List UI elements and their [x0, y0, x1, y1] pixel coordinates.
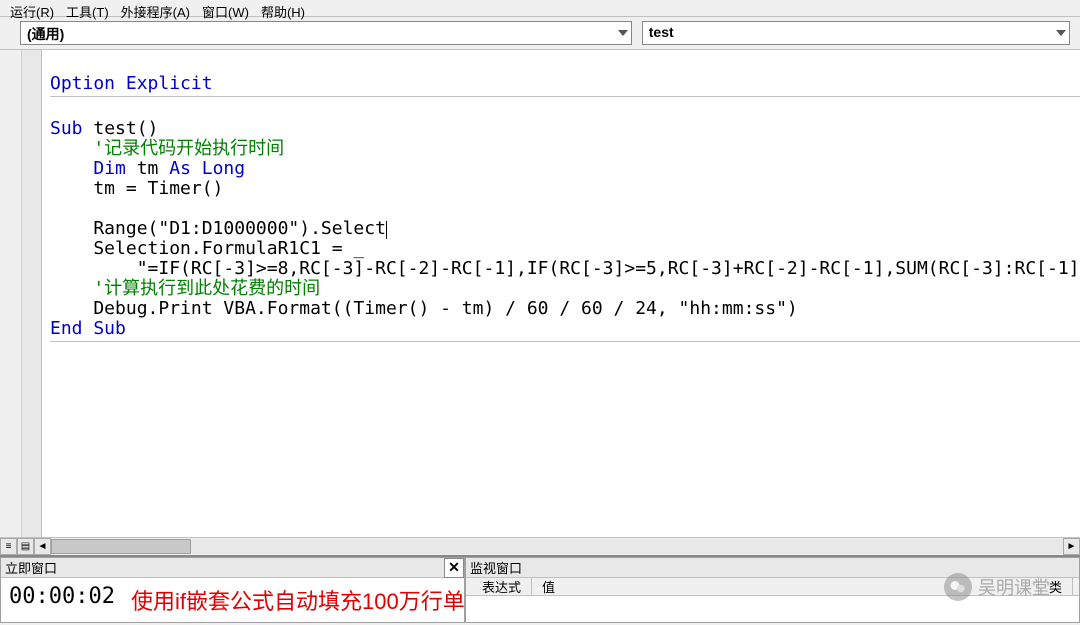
watch-window-title: 监视窗口: [470, 558, 522, 577]
chevron-down-icon: [618, 30, 628, 36]
immediate-window: 立即窗口 ✕ 00:00:02 使用if嵌套公式自动填充100万行单元格耗时2秒: [0, 557, 465, 623]
procedure-separator: [50, 96, 1080, 97]
bottom-panels: 立即窗口 ✕ 00:00:02 使用if嵌套公式自动填充100万行单元格耗时2秒…: [0, 555, 1080, 623]
code-line: tm = Timer(): [50, 178, 223, 199]
main-area: Option Explicit Sub test() '记录代码开始执行时间 D…: [0, 50, 1080, 537]
wechat-icon: [944, 573, 972, 601]
code-line: End Sub: [50, 318, 126, 339]
menu-addins[interactable]: 外接程序(A): [121, 2, 190, 14]
immediate-window-header: 立即窗口 ✕: [1, 558, 464, 578]
procedure-dropdown-value: test: [642, 21, 1070, 45]
watermark-text: 吴明课堂: [978, 574, 1050, 600]
immediate-window-body[interactable]: 00:00:02 使用if嵌套公式自动填充100万行单元格耗时2秒: [1, 578, 464, 622]
dropdown-row: (通用) test: [0, 16, 1080, 50]
code-comment: '计算执行到此处花费的时间: [50, 278, 320, 299]
menu-tools[interactable]: 工具(T): [66, 2, 109, 14]
code-line: "=IF(RC[-3]>=8,RC[-3]-RC[-2]-RC[-1],IF(R…: [50, 258, 1080, 279]
margin-indicator-bar: [0, 50, 22, 537]
close-icon[interactable]: ✕: [444, 558, 464, 578]
immediate-window-title: 立即窗口: [5, 558, 57, 577]
procedure-dropdown[interactable]: test: [642, 21, 1070, 45]
chevron-down-icon: [1056, 30, 1066, 36]
code-line: Range("D1:D1000000").Select: [50, 218, 387, 239]
immediate-output: 00:00:02: [9, 584, 115, 609]
menu-run[interactable]: 运行(R): [10, 2, 54, 14]
code-editor[interactable]: Option Explicit Sub test() '记录代码开始执行时间 D…: [42, 50, 1080, 537]
code-line: Dim tm As Long: [50, 158, 245, 179]
procedure-separator: [50, 341, 1080, 342]
breakpoint-gutter[interactable]: [22, 50, 42, 537]
code-line: Option Explicit: [50, 73, 213, 94]
code-comment: '记录代码开始执行时间: [50, 138, 284, 159]
horizontal-scrollbar: ≡ ▤ ◄ ►: [0, 537, 1080, 555]
scroll-track[interactable]: [51, 539, 1063, 554]
view-full-module-button[interactable]: ≡: [0, 538, 17, 555]
menu-bar: 运行(R) 工具(T) 外接程序(A) 窗口(W) 帮助(H): [0, 0, 1080, 16]
watch-col-expression: 表达式: [472, 577, 532, 596]
view-procedure-button[interactable]: ▤: [17, 538, 34, 555]
object-dropdown[interactable]: (通用): [20, 21, 632, 45]
code-line: Debug.Print VBA.Format((Timer() - tm) / …: [50, 298, 798, 319]
annotation-text: 使用if嵌套公式自动填充100万行单元格耗时2秒: [131, 584, 464, 616]
scroll-thumb[interactable]: [51, 539, 191, 554]
menu-help[interactable]: 帮助(H): [261, 2, 305, 14]
watermark: 吴明课堂: [944, 573, 1050, 601]
object-dropdown-value: (通用): [20, 21, 632, 45]
text-cursor: [386, 221, 387, 239]
menu-window[interactable]: 窗口(W): [202, 2, 249, 14]
code-line: Selection.FormulaR1C1 = _: [50, 238, 364, 259]
scroll-right-button[interactable]: ►: [1063, 538, 1080, 555]
code-line: Sub test(): [50, 118, 158, 139]
scroll-left-button[interactable]: ◄: [34, 538, 51, 555]
